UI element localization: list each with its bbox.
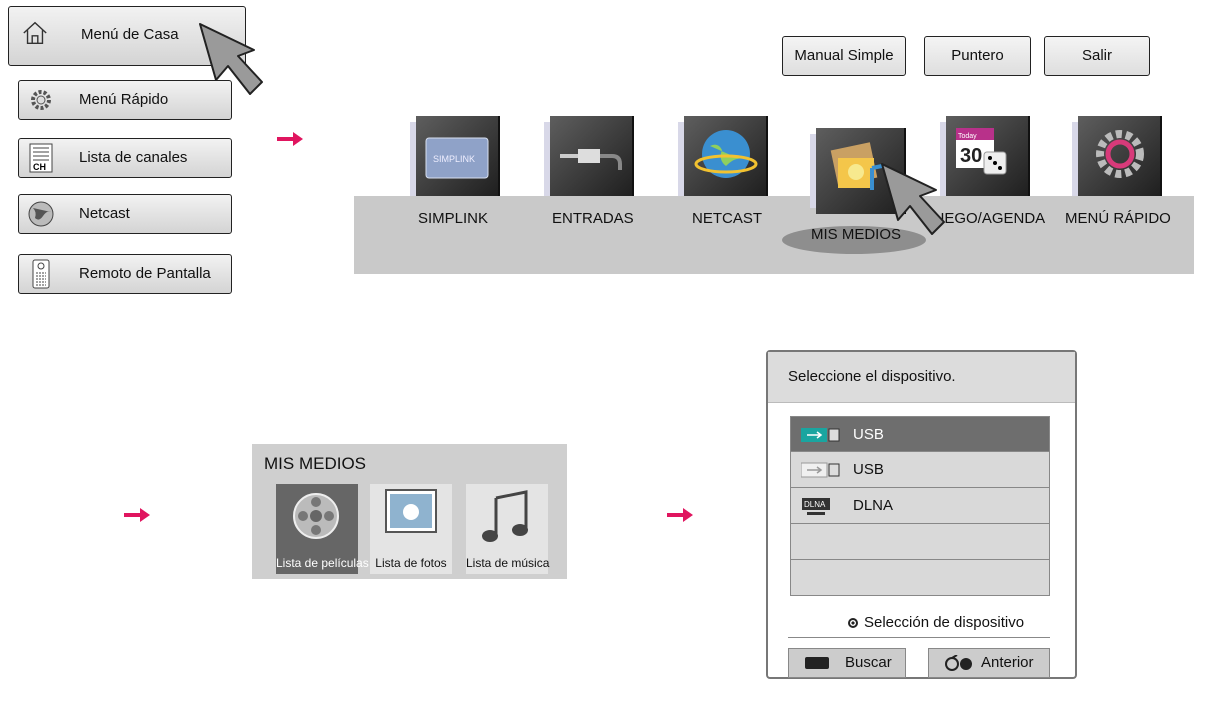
device-select-hint-label: Selección de dispositivo [864,614,1025,631]
device-label: USB [853,426,884,443]
manual-simple-button[interactable]: Manual Simple [782,36,906,76]
usb-icon [801,426,841,449]
launcher-tile-juego-agenda[interactable]: Today 30 [940,116,1030,196]
music-note-icon [482,490,528,542]
menu-quick-label: Menú Rápido [79,91,169,108]
device-row-usb-2[interactable]: USB [790,452,1050,488]
music-list-label: Lista de música [466,556,550,570]
svg-text:30: 30 [960,145,982,167]
search-button[interactable]: Buscar [788,648,906,678]
launcher-label-menu-rapido: MENÚ RÁPIDO [1065,210,1171,227]
gear-icon [27,86,55,114]
flow-arrow-icon [124,508,150,522]
pointer-cursor-icon [881,163,945,235]
blue-key-icon [805,657,829,669]
movie-list-label: Lista de películas [276,556,369,570]
launcher-label-entradas: ENTRADAS [552,210,634,227]
menu-channels-button[interactable]: CH Lista de canales [18,138,232,178]
menu-netcast-button[interactable]: Netcast [18,194,232,234]
device-list: USB USB DLNA DLNA [790,416,1050,596]
launcher-tile-netcast[interactable] [678,116,768,196]
menu-home-label: Menú de Casa [81,26,179,43]
dlna-icon: DLNA [801,497,831,522]
launcher-label-netcast: NETCAST [692,210,763,227]
dialog-divider [788,637,1050,638]
film-reel-icon [293,493,339,539]
menu-quick-button[interactable]: Menú Rápido [18,80,232,120]
photo-list-button[interactable]: Lista de fotos [370,484,452,574]
music-list-button[interactable]: Lista de música [466,484,550,574]
photo-list-label: Lista de fotos [375,556,447,570]
device-row-dlna[interactable]: DLNA DLNA [790,488,1050,524]
pointer-button[interactable]: Puntero [924,36,1031,76]
flow-arrow-icon [667,508,693,522]
globe-icon [694,130,758,178]
dialog-title: Seleccione el dispositivo. [788,368,956,385]
menu-netcast-label: Netcast [79,205,130,222]
simplink-icon: SIMPLINK [425,137,489,179]
device-select-dialog: Seleccione el dispositivo. USB USB DLNA … [766,350,1077,679]
calendar-icon: Today 30 [956,128,1007,175]
launcher-bar [354,196,1194,274]
launcher-tile-entradas[interactable] [544,116,634,196]
device-label: DLNA [853,497,894,514]
movie-list-button[interactable]: Lista de películas [276,484,369,574]
flow-arrow-icon [277,132,303,146]
svg-text:Today: Today [958,133,977,140]
globe-icon [27,200,55,228]
launcher-tile-simplink[interactable]: SIMPLINK [410,116,500,196]
inputs-icon [560,149,622,170]
mis-medios-title: MIS MEDIOS [264,454,367,473]
device-row-empty [790,524,1050,560]
menu-channels-label: Lista de canales [79,149,188,166]
svg-text:DLNA: DLNA [804,500,826,509]
device-row-usb-1[interactable]: USB [790,416,1050,452]
mis-medios-panel: MIS MEDIOS Lista de películas Lista de f… [252,444,567,579]
launcher-tile-menu-rapido[interactable] [1072,116,1162,196]
menu-remote-button[interactable]: Remoto de Pantalla [18,254,232,294]
remote-icon [27,259,55,289]
device-select-hint: Selección de dispositivo [848,614,1024,631]
gear-icon [1096,130,1144,178]
home-icon [21,19,49,47]
svg-text:CH: CH [33,162,46,172]
launcher-label-simplink: SIMPLINK [418,210,489,227]
back-button-label: Anterior [981,654,1034,671]
channel-list-icon: CH [27,143,55,173]
back-button[interactable]: Anterior [928,648,1050,678]
ok-circle-icon [848,618,858,628]
svg-text:SIMPLINK: SIMPLINK [433,154,475,164]
dialog-header: Seleccione el dispositivo. [768,352,1075,403]
device-row-empty [790,560,1050,596]
menu-remote-label: Remoto de Pantalla [79,265,211,282]
device-label: USB [853,461,884,478]
usb-icon [800,461,841,484]
back-icon [945,655,972,671]
search-button-label: Buscar [845,654,892,671]
photo-icon [385,489,437,533]
exit-button[interactable]: Salir [1044,36,1150,76]
